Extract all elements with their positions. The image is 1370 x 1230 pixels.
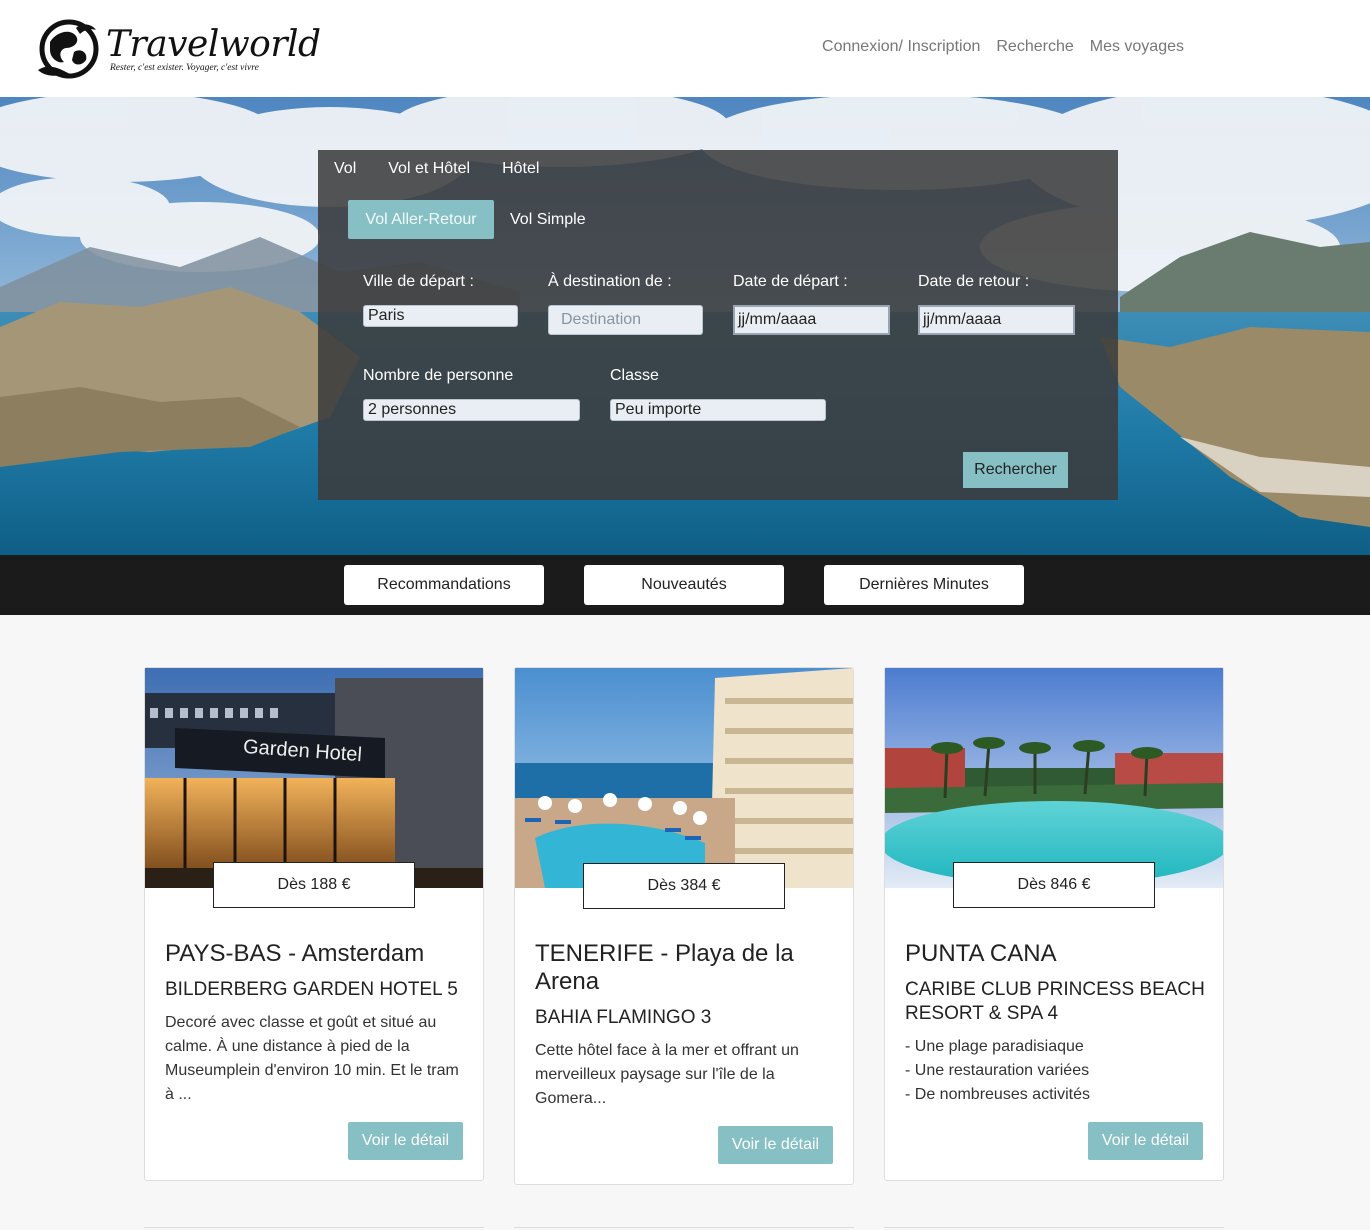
destination-input[interactable]: Destination <box>548 305 703 335</box>
brand-tagline: Rester, c'est exister. Voyager, c'est vi… <box>110 63 259 73</box>
brand-name: Travelworld <box>106 24 321 65</box>
price-tag: Dès 846 € <box>953 862 1155 908</box>
class-label: Classe <box>610 367 659 384</box>
trip-type-tabs: Vol Aller-Retour Vol Simple <box>348 200 586 239</box>
card-description: Cette hôtel face à la mer et offrant un … <box>535 1042 799 1107</box>
filter-bar: Recommandations Nouveautés Dernières Min… <box>0 555 1370 615</box>
tab-round-trip[interactable]: Vol Aller-Retour <box>348 200 494 239</box>
site-header: Travelworld Rester, c'est exister. Voyag… <box>0 0 1370 97</box>
depart-date-label: Date de départ : <box>733 273 848 290</box>
tab-flight-hotel[interactable]: Vol et Hôtel <box>388 160 470 178</box>
search-type-tabs: Vol Vol et Hôtel Hôtel <box>334 160 539 178</box>
return-date-input[interactable]: jj/mm/aaaa <box>918 305 1075 335</box>
card-hotel-name: CARIBE CLUB PRINCESS BEACH RESORT & SPA … <box>905 979 1205 1024</box>
class-select[interactable]: Peu importe <box>610 399 826 421</box>
card-destination: PAYS-BAS - Amsterdam <box>165 940 425 967</box>
card-feature-list: - Une plage paradisiaque - Une restaurat… <box>905 1035 1090 1107</box>
persons-select[interactable]: 2 personnes <box>363 399 580 421</box>
price-tag: Dès 188 € <box>213 862 415 908</box>
main-nav: Connexion/ Inscription Recherche Mes voy… <box>822 38 1184 56</box>
filter-new-button[interactable]: Nouveautés <box>584 565 784 605</box>
tab-flight[interactable]: Vol <box>334 160 356 178</box>
departure-input[interactable]: Paris <box>363 305 518 327</box>
card-hotel-name: BILDERBERG GARDEN HOTEL 5 <box>165 979 458 1000</box>
hotel-photo[interactable] <box>885 668 1223 888</box>
view-detail-button[interactable]: Voir le détail <box>1088 1122 1203 1160</box>
search-submit-button[interactable]: Rechercher <box>963 452 1068 488</box>
card-destination: TENERIFE - Playa de la Arena <box>535 940 794 995</box>
price-tag: Dès 384 € <box>583 863 785 909</box>
filter-recommendations-button[interactable]: Recommandations <box>344 565 544 605</box>
card-description: Decoré avec classe et goût et situé au c… <box>165 1014 459 1103</box>
nav-trips-link[interactable]: Mes voyages <box>1090 38 1184 56</box>
card-feature-item: - De nombreuses activités <box>905 1086 1090 1103</box>
tab-hotel[interactable]: Hôtel <box>502 160 539 178</box>
offer-card: Garden Hotel Dès 188 € PAYS-BAS - Amster… <box>144 667 484 1181</box>
offer-card: Dès 384 € TENERIFE - Playa de la Arena B… <box>514 667 854 1185</box>
hotel-photo[interactable]: Garden Hotel <box>145 668 483 888</box>
filter-last-minute-button[interactable]: Dernières Minutes <box>824 565 1024 605</box>
departure-label: Ville de départ : <box>363 273 474 290</box>
globe-with-bird-icon <box>38 19 99 79</box>
hotel-photo[interactable] <box>515 668 853 888</box>
brand-logo[interactable]: Travelworld Rester, c'est exister. Voyag… <box>36 18 321 82</box>
destination-label: À destination de : <box>548 273 672 290</box>
nav-login-link[interactable]: Connexion/ Inscription <box>822 38 980 56</box>
nav-search-link[interactable]: Recherche <box>996 38 1073 56</box>
card-feature-item: - Une plage paradisiaque <box>905 1038 1084 1055</box>
hero-banner: Vol Vol et Hôtel Hôtel Vol Aller-Retour … <box>0 97 1370 555</box>
return-date-label: Date de retour : <box>918 273 1030 290</box>
depart-date-input[interactable]: jj/mm/aaaa <box>733 305 890 335</box>
card-hotel-name: BAHIA FLAMINGO 3 <box>535 1007 712 1028</box>
offer-card: Dès 846 € PUNTA CANA CARIBE CLUB PRINCES… <box>884 667 1224 1181</box>
card-feature-item: - Une restauration variées <box>905 1062 1090 1079</box>
card-destination: PUNTA CANA <box>905 940 1057 967</box>
persons-label: Nombre de personne <box>363 367 514 384</box>
tab-one-way[interactable]: Vol Simple <box>510 211 586 229</box>
view-detail-button[interactable]: Voir le détail <box>348 1122 463 1160</box>
view-detail-button[interactable]: Voir le détail <box>718 1126 833 1164</box>
search-panel: Vol Vol et Hôtel Hôtel Vol Aller-Retour … <box>318 150 1118 500</box>
